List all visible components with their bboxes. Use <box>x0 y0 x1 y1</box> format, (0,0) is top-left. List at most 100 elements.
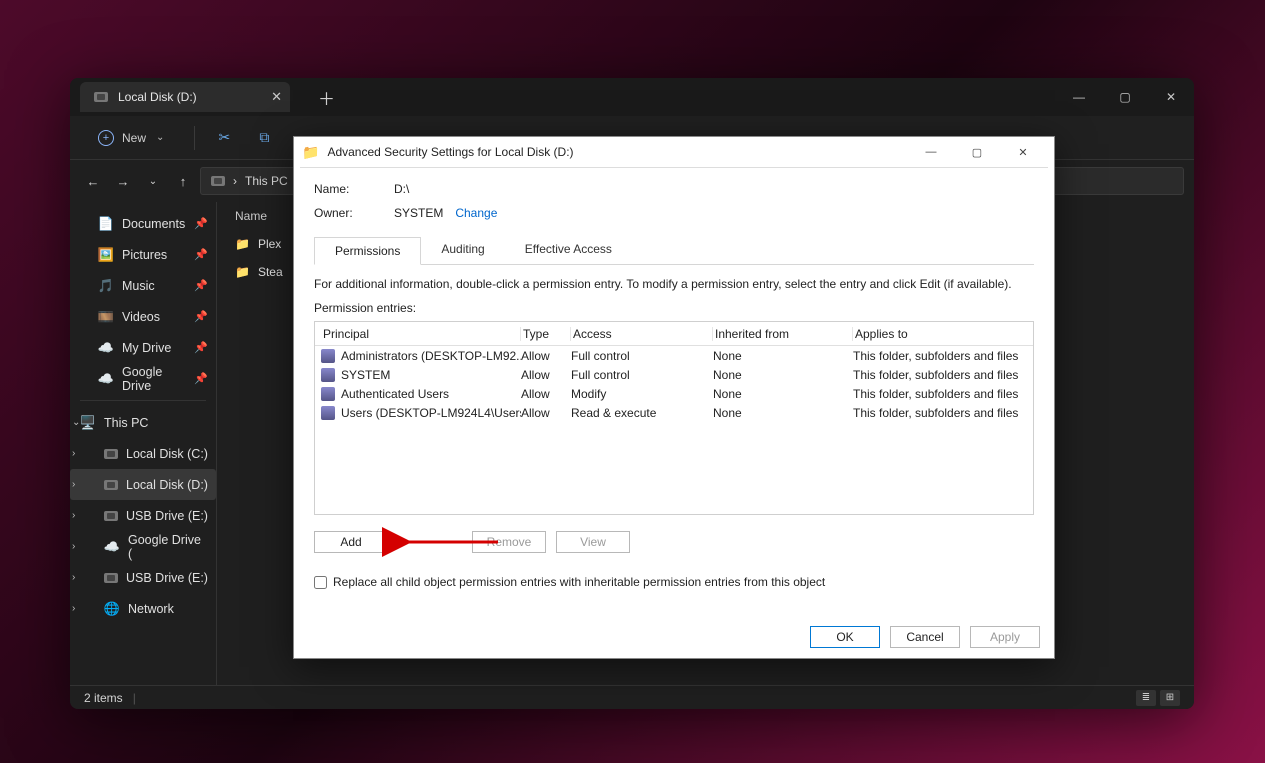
tab-title: Local Disk (D:) <box>118 90 197 104</box>
window-controls: — ▢ ✕ <box>1056 78 1194 116</box>
disk-icon <box>211 176 225 186</box>
dialog-title: Advanced Security Settings for Local Dis… <box>327 145 573 159</box>
sidebar-item-pictures[interactable]: 🖼️Pictures📌 <box>70 239 216 270</box>
list-view-button[interactable]: ≣ <box>1136 690 1156 706</box>
nav-arrows: ← → ⌄ ↑ <box>86 174 190 189</box>
cancel-button[interactable]: Cancel <box>890 626 960 648</box>
pin-icon: 📌 <box>194 248 208 261</box>
forward-button[interactable]: → <box>116 174 130 189</box>
dialog-footer: OK Cancel Apply <box>294 616 1054 658</box>
chevron-right-icon[interactable]: › <box>72 541 75 552</box>
status-bar: 2 items | ≣ ⊞ <box>70 685 1194 709</box>
ok-button[interactable]: OK <box>810 626 880 648</box>
plus-icon: + <box>98 130 114 146</box>
dialog-window-controls: — ▢ ✕ <box>908 137 1046 167</box>
disk-icon <box>104 573 118 583</box>
close-button[interactable]: ✕ <box>1148 78 1194 116</box>
tab-active[interactable]: Local Disk (D:) ✕ <box>80 82 290 112</box>
pc-icon: 🖥️ <box>80 415 96 431</box>
sidebar-item-mydrive[interactable]: ☁️My Drive📌 <box>70 332 216 363</box>
tabs: Permissions Auditing Effective Access <box>314 236 1034 265</box>
sidebar-item-network[interactable]: ›🌐Network <box>70 593 216 624</box>
change-owner-link[interactable]: Change <box>455 206 497 220</box>
owner-label: Owner: <box>314 206 394 220</box>
tab-auditing[interactable]: Auditing <box>421 236 504 264</box>
chevron-right-icon[interactable]: › <box>72 572 75 583</box>
dialog-titlebar[interactable]: 📁 Advanced Security Settings for Local D… <box>294 137 1054 167</box>
grid-view-button[interactable]: ⊞ <box>1160 690 1180 706</box>
sidebar-item-documents[interactable]: 📄Documents📌 <box>70 208 216 239</box>
table-row[interactable]: Authenticated UsersAllowModifyNoneThis f… <box>315 384 1033 403</box>
col-type[interactable]: Type <box>521 327 571 341</box>
gdrive-icon: ☁️ <box>104 539 120 555</box>
table-header: Principal Type Access Inherited from App… <box>315 322 1033 346</box>
close-button[interactable]: ✕ <box>1000 137 1046 167</box>
pin-icon: 📌 <box>194 341 208 354</box>
sidebar-item-gdrive-mount[interactable]: ›☁️Google Drive ( <box>70 531 216 562</box>
table-row[interactable]: Administrators (DESKTOP-LM92...AllowFull… <box>315 346 1033 365</box>
name-value: D:\ <box>394 182 409 196</box>
sidebar-item-usb-e[interactable]: ›USB Drive (E:) <box>70 500 216 531</box>
folder-icon: 📁 <box>235 265 250 279</box>
disk-icon <box>104 449 118 459</box>
new-tab-button[interactable]: ＋ <box>310 81 343 114</box>
col-inherited[interactable]: Inherited from <box>713 327 853 341</box>
col-principal[interactable]: Principal <box>321 327 521 341</box>
breadcrumb[interactable]: This PC <box>245 174 288 188</box>
pictures-icon: 🖼️ <box>98 247 114 263</box>
gdrive-icon: ☁️ <box>98 371 114 387</box>
chevron-right-icon[interactable]: › <box>72 479 75 490</box>
chevron-right-icon[interactable]: › <box>72 603 75 614</box>
sidebar-item-drive-d[interactable]: ›Local Disk (D:) <box>70 469 216 500</box>
annotation-arrow <box>398 531 508 553</box>
table-row[interactable]: Users (DESKTOP-LM924L4\Users)AllowRead &… <box>315 403 1033 422</box>
principal-icon <box>321 349 335 363</box>
chevron-down-icon: ⌄ <box>156 132 164 143</box>
sidebar-item-this-pc[interactable]: ⌄ 🖥️ This PC <box>70 407 216 438</box>
divider <box>194 126 195 150</box>
maximize-button[interactable]: ▢ <box>1102 78 1148 116</box>
sidebar-item-videos[interactable]: 🎞️Videos📌 <box>70 301 216 332</box>
tab-permissions[interactable]: Permissions <box>314 237 421 265</box>
disk-icon <box>104 480 118 490</box>
add-button[interactable]: Add <box>314 531 388 553</box>
chevron-right-icon[interactable]: › <box>72 448 75 459</box>
principal-icon <box>321 368 335 382</box>
cut-icon[interactable]: ✂ <box>213 129 235 146</box>
apply-button[interactable]: Apply <box>970 626 1040 648</box>
chevron-down-icon[interactable]: ⌄ <box>72 417 80 428</box>
col-access[interactable]: Access <box>571 327 713 341</box>
up-button[interactable]: ↑ <box>176 174 190 189</box>
replace-child-checkbox[interactable] <box>314 576 327 589</box>
back-button[interactable]: ← <box>86 174 100 189</box>
sidebar-item-gdrive[interactable]: ☁️Google Drive📌 <box>70 363 216 394</box>
disk-icon <box>94 92 108 102</box>
documents-icon: 📄 <box>98 216 114 232</box>
tab-strip: Local Disk (D:) ✕ ＋ <box>70 78 1194 116</box>
view-button[interactable]: View <box>556 531 630 553</box>
separator <box>80 400 206 401</box>
col-applies[interactable]: Applies to <box>853 327 1027 341</box>
sidebar-item-drive-c[interactable]: ›Local Disk (C:) <box>70 438 216 469</box>
chevron-right-icon[interactable]: › <box>72 510 75 521</box>
new-button[interactable]: + New ⌄ <box>86 126 176 150</box>
drive-icon: ☁️ <box>98 340 114 356</box>
sidebar-item-usb-e-2[interactable]: ›USB Drive (E:) <box>70 562 216 593</box>
maximize-button[interactable]: ▢ <box>954 137 1000 167</box>
sidebar-item-music[interactable]: 🎵Music📌 <box>70 270 216 301</box>
table-row[interactable]: SYSTEMAllowFull controlNoneThis folder, … <box>315 365 1033 384</box>
disk-icon <box>104 511 118 521</box>
minimize-button[interactable]: — <box>908 137 954 167</box>
network-icon: 🌐 <box>104 601 120 617</box>
principal-icon <box>321 387 335 401</box>
pin-icon: 📌 <box>194 372 208 385</box>
minimize-button[interactable]: — <box>1056 78 1102 116</box>
copy-icon[interactable]: ⧉ <box>253 129 275 146</box>
music-icon: 🎵 <box>98 278 114 294</box>
permission-table: Principal Type Access Inherited from App… <box>314 321 1034 515</box>
history-dropdown[interactable]: ⌄ <box>146 176 160 187</box>
tab-effective-access[interactable]: Effective Access <box>505 236 632 264</box>
pin-icon: 📌 <box>194 217 208 230</box>
tab-close-icon[interactable]: ✕ <box>271 89 282 105</box>
replace-child-checkbox-row: Replace all child object permission entr… <box>314 575 1034 589</box>
